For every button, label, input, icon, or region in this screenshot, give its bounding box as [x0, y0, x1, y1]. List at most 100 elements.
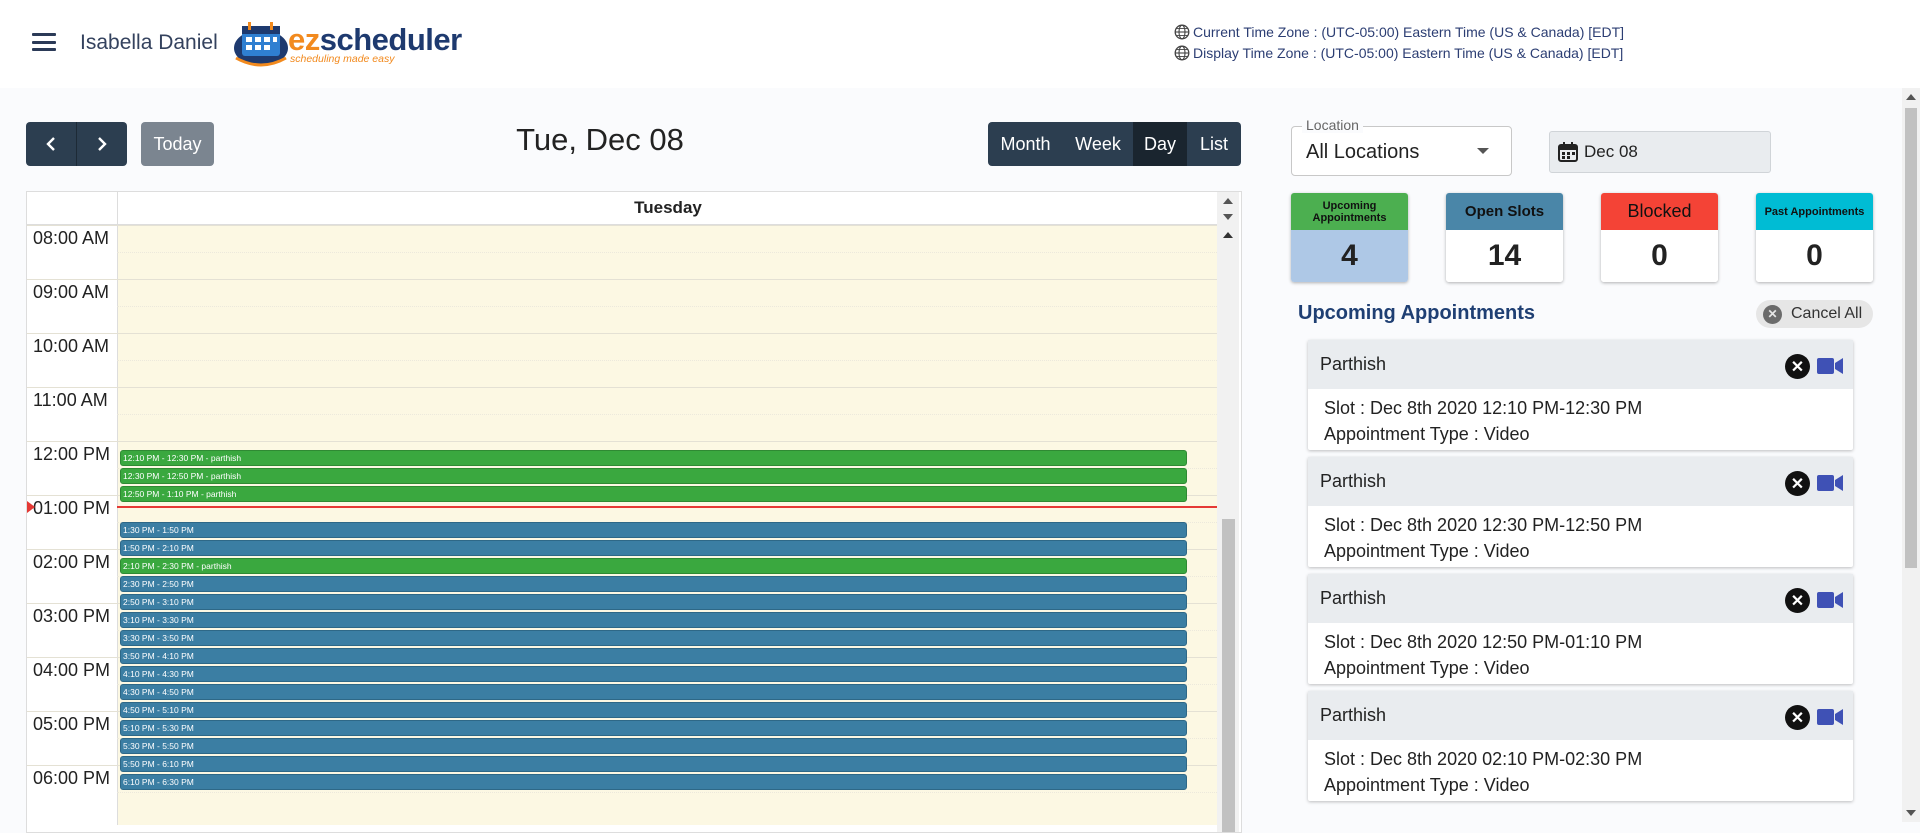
top-bar: Isabella Daniel ezscheduler scheduling m… [0, 0, 1920, 88]
half-hour-line [117, 306, 1217, 307]
display-timezone: Display Time Zone : (UTC-05:00) Eastern … [1174, 45, 1623, 61]
open-slot-event[interactable]: 4:10 PM - 4:30 PM [120, 666, 1187, 682]
hour-line [27, 225, 1217, 226]
scroll-down-icon[interactable] [1906, 810, 1916, 816]
calendar-logo-icon [234, 22, 288, 67]
cancel-appointment-icon[interactable]: ✕ [1785, 588, 1810, 613]
open-slot-event[interactable]: 5:10 PM - 5:30 PM [120, 720, 1187, 736]
scrollbar-thumb[interactable] [1222, 519, 1235, 832]
open-slot-event[interactable]: 3:30 PM - 3:50 PM [120, 630, 1187, 646]
stat-past-card[interactable]: Past Appointments 0 [1756, 193, 1873, 282]
time-label: 04:00 PM [33, 660, 111, 680]
scroll-up-icon[interactable] [1223, 232, 1233, 238]
video-camera-icon[interactable] [1817, 357, 1843, 375]
appointment-card[interactable]: Parthish ✕ Slot : Dec 8th 2020 12:30 PM-12… [1308, 457, 1853, 567]
display-timezone-text: Display Time Zone : (UTC-05:00) Eastern … [1193, 45, 1624, 61]
scroll-up-icon[interactable] [1906, 94, 1916, 100]
stat-upcoming-label: Upcoming Appointments [1312, 199, 1387, 224]
cancel-all-button[interactable]: ✕ Cancel All [1756, 300, 1873, 328]
time-label: 06:00 PM [33, 768, 111, 788]
half-hour-line [117, 252, 1217, 253]
open-slot-event[interactable]: 6:10 PM - 6:30 PM [120, 774, 1187, 790]
open-slot-event[interactable]: 1:50 PM - 2:10 PM [120, 540, 1187, 556]
app-logo[interactable]: ezscheduler scheduling made easy [232, 18, 462, 68]
appointment-name: Parthish [1320, 705, 1387, 725]
scrollbar-thumb[interactable] [1905, 108, 1917, 568]
open-slot-event[interactable]: 2:50 PM - 3:10 PM [120, 594, 1187, 610]
scroll-up-icon[interactable] [1223, 198, 1233, 204]
open-slot-event[interactable]: 4:50 PM - 5:10 PM [120, 702, 1187, 718]
open-slot-event[interactable]: 2:30 PM - 2:50 PM [120, 576, 1187, 592]
date-picker[interactable]: Dec 08 [1549, 131, 1771, 173]
logo-tagline: scheduling made easy [290, 53, 395, 65]
cancel-appointment-icon[interactable]: ✕ [1785, 471, 1810, 496]
appointment-card[interactable]: Parthish ✕ Slot : Dec 8th 2020 02:10 PM-02… [1308, 691, 1853, 801]
location-select[interactable]: Location All Locations [1291, 117, 1512, 176]
open-slot-event[interactable]: 4:30 PM - 4:50 PM [120, 684, 1187, 700]
location-value: All Locations [1306, 141, 1420, 163]
appointment-slot: Slot : Dec 8th 2020 12:30 PM-12:50 PM [1324, 515, 1643, 535]
cancel-appointment-icon[interactable]: ✕ [1785, 354, 1810, 379]
video-camera-icon[interactable] [1817, 474, 1843, 492]
stat-upcoming-card[interactable]: Upcoming Appointments 4 [1291, 193, 1408, 282]
stat-open-slots-card[interactable]: Open Slots 14 [1446, 193, 1563, 282]
menu-icon[interactable] [32, 33, 56, 51]
calendar-header: Tuesday [27, 192, 1217, 225]
booked-event[interactable]: 2:10 PM - 2:30 PM - parthish [120, 558, 1187, 574]
appointment-header: Parthish ✕ [1308, 574, 1853, 623]
open-slot-event[interactable]: 5:50 PM - 6:10 PM [120, 756, 1187, 772]
view-day-button[interactable]: Day [1133, 122, 1187, 166]
chevron-right-icon [98, 137, 107, 151]
user-name: Isabella Daniel [80, 31, 218, 54]
hour-line [27, 441, 1217, 442]
time-label: 08:00 AM [33, 228, 110, 248]
stat-blocked-header: Blocked [1601, 193, 1718, 230]
calendar-scrollbar[interactable] [1217, 192, 1239, 832]
half-hour-line [117, 360, 1217, 361]
appointment-card[interactable]: Parthish ✕ Slot : Dec 8th 2020 12:10 PM-12… [1308, 340, 1853, 450]
hour-line [27, 333, 1217, 334]
next-button[interactable] [77, 122, 127, 166]
video-camera-icon[interactable] [1817, 591, 1843, 609]
location-legend: Location [1302, 117, 1363, 133]
time-label: 05:00 PM [33, 714, 111, 734]
today-button[interactable]: Today [141, 122, 214, 166]
current-timezone-text: Current Time Zone : (UTC-05:00) Eastern … [1193, 24, 1625, 40]
page-scrollbar[interactable] [1902, 88, 1920, 822]
open-slot-event[interactable]: 1:30 PM - 1:50 PM [120, 522, 1187, 538]
video-camera-icon[interactable] [1817, 708, 1843, 726]
appointment-card[interactable]: Parthish ✕ Slot : Dec 8th 2020 12:50 PM-01… [1308, 574, 1853, 684]
appointment-name: Parthish [1320, 354, 1387, 374]
hour-line [27, 279, 1217, 280]
stat-past-count: 0 [1756, 230, 1873, 282]
view-list-button[interactable]: List [1187, 122, 1241, 166]
time-label: 11:00 AM [33, 390, 108, 410]
open-slot-event[interactable]: 5:30 PM - 5:50 PM [120, 738, 1187, 754]
day-header: Tuesday [117, 192, 1218, 224]
prev-button[interactable] [26, 122, 77, 166]
booked-event[interactable]: 12:10 PM - 12:30 PM - parthish [120, 450, 1187, 466]
stat-blocked-count: 0 [1601, 230, 1718, 282]
open-slot-event[interactable]: 3:50 PM - 4:10 PM [120, 648, 1187, 664]
stat-past-label: Past Appointments [1764, 205, 1865, 218]
stat-open-slots-label: Open Slots [1464, 203, 1545, 220]
appointment-type: Appointment Type : Video [1324, 658, 1530, 678]
cancel-appointment-icon[interactable]: ✕ [1785, 705, 1810, 730]
scroll-down-icon[interactable] [1223, 214, 1233, 220]
view-month-button[interactable]: Month [988, 122, 1063, 166]
booked-event[interactable]: 12:50 PM - 1:10 PM - parthish [120, 486, 1187, 502]
open-slot-event[interactable]: 3:10 PM - 3:30 PM [120, 612, 1187, 628]
half-hour-line [117, 792, 1217, 793]
appointment-header: Parthish ✕ [1308, 691, 1853, 740]
view-switcher: Month Week Day List [988, 122, 1241, 166]
stat-open-slots-count: 14 [1446, 230, 1563, 282]
time-label: 12:00 PM [33, 444, 111, 464]
half-hour-line [117, 414, 1217, 415]
booked-event[interactable]: 12:30 PM - 12:50 PM - parthish [120, 468, 1187, 484]
stat-blocked-card[interactable]: Blocked 0 [1601, 193, 1718, 282]
appointment-slot: Slot : Dec 8th 2020 12:10 PM-12:30 PM [1324, 398, 1643, 418]
date-nav [26, 122, 127, 166]
stat-past-header: Past Appointments [1756, 193, 1873, 230]
view-week-button[interactable]: Week [1063, 122, 1133, 166]
stat-upcoming-header: Upcoming Appointments [1291, 193, 1408, 230]
